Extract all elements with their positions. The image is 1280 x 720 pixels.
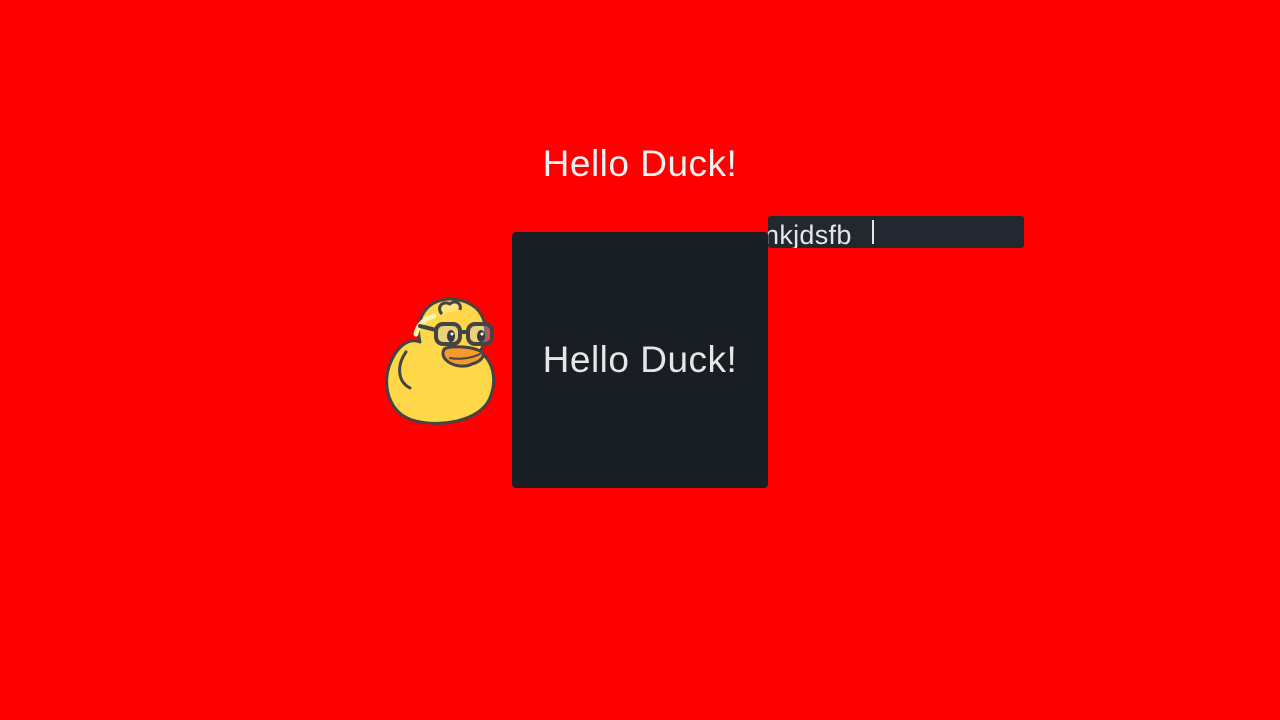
canvas: Hello Duck! Hello Duck! nkjdsfb <box>0 0 1280 720</box>
page-title: Hello Duck! <box>542 143 738 184</box>
card-title: Hello Duck! <box>542 339 738 380</box>
duck-card: Hello Duck! <box>512 232 768 488</box>
text-cursor <box>872 220 874 244</box>
duck-with-glasses-icon <box>385 297 496 425</box>
text-input-value: nkjdsfb <box>768 220 852 248</box>
text-input[interactable]: nkjdsfb <box>768 216 1024 248</box>
